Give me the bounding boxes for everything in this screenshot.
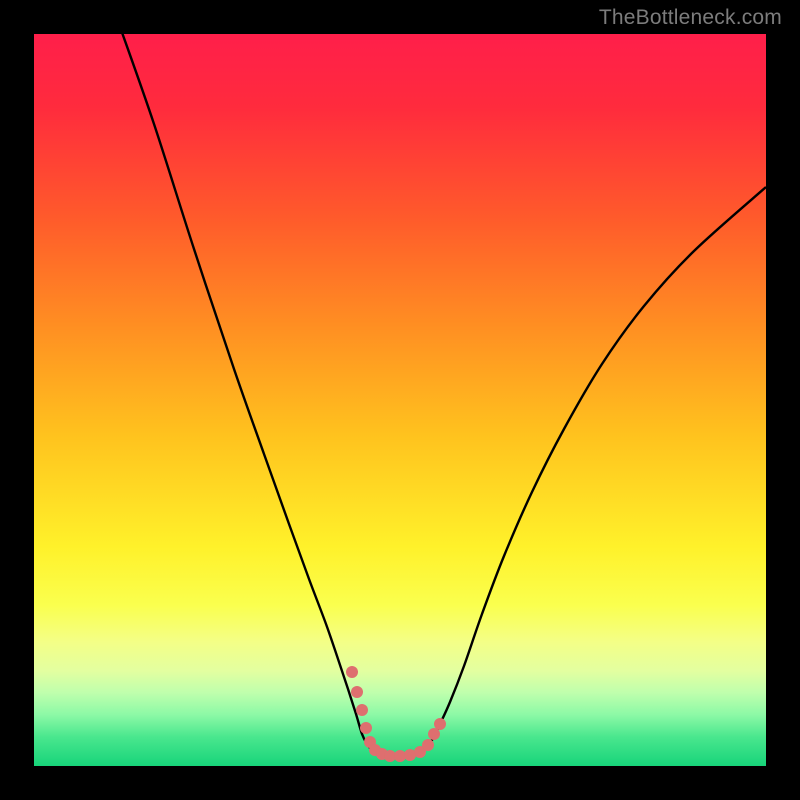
bottleneck-curve <box>119 34 766 756</box>
plot-area <box>34 34 766 766</box>
curve-layer <box>34 34 766 766</box>
watermark-text: TheBottleneck.com <box>599 6 782 30</box>
marker-dots <box>346 666 446 762</box>
